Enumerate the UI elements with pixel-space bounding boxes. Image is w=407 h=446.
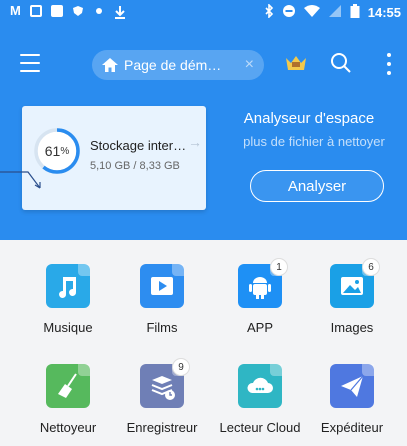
- storage-name: Stockage inter…: [90, 138, 187, 153]
- location-tab[interactable]: Page de dém… ×: [92, 50, 264, 80]
- category-nettoyeur[interactable]: Nettoyeur: [18, 364, 118, 435]
- music-icon: [46, 264, 90, 308]
- storage-size: 5,10 GB / 8,33 GB: [90, 160, 180, 172]
- image-icon: 6: [330, 258, 380, 308]
- category-lecteur-cloud[interactable]: Lecteur Cloud: [210, 364, 310, 435]
- analyser-subtitle: plus de fichier à nettoyer: [243, 134, 385, 149]
- category-enregistreur[interactable]: 9 Enregistreur: [112, 358, 212, 435]
- signal-icon: [328, 4, 342, 21]
- location-label: Page de dém…: [124, 57, 222, 73]
- category-app[interactable]: 1 APP: [210, 258, 310, 335]
- internal-storage-card[interactable]: 61% Stockage inter… → 5,10 GB / 8,33 GB: [22, 106, 206, 210]
- clock-time: 14:55: [367, 5, 401, 20]
- category-expediteur[interactable]: Expéditeur: [302, 364, 402, 435]
- menu-button[interactable]: [20, 54, 40, 72]
- send-icon: [330, 364, 374, 408]
- images-badge: 6: [362, 258, 380, 276]
- broom-icon: [46, 364, 90, 408]
- bluetooth-icon: [264, 3, 274, 21]
- storage-percent: 61%: [44, 143, 70, 159]
- android-icon: 1: [238, 258, 288, 308]
- home-icon: [102, 58, 118, 72]
- wifi-icon: [303, 4, 320, 21]
- arrow-right-icon: →: [188, 134, 202, 150]
- download-icon: [114, 5, 126, 19]
- toolbar: Page de dém… ×: [0, 42, 407, 90]
- category-images[interactable]: 6 Images: [302, 258, 402, 335]
- gallery-icon: [50, 5, 63, 17]
- search-icon[interactable]: [330, 52, 352, 74]
- film-icon: [140, 264, 184, 308]
- app-badge: 1: [270, 258, 288, 276]
- status-bar: M 14:55: [0, 0, 407, 26]
- dot-icon: [93, 5, 105, 17]
- do-not-disturb-icon: [282, 4, 296, 21]
- analyser-title: Analyseur d'espace: [243, 110, 375, 127]
- screenshot-icon: [29, 5, 42, 17]
- battery-icon: [350, 4, 360, 21]
- categories-grid: Musique Films 1 APP 6 Images Nettoyeur 9…: [0, 240, 407, 446]
- cloud-icon: [238, 364, 282, 408]
- shield-icon: [72, 5, 84, 17]
- enregistreur-badge: 9: [172, 358, 190, 376]
- category-musique[interactable]: Musique: [18, 264, 118, 335]
- mail-icon: M: [10, 3, 21, 18]
- category-films[interactable]: Films: [112, 264, 212, 335]
- header-area: M 14:55 Page de dém… × 61 % Stockage int…: [0, 0, 407, 240]
- analyser-button[interactable]: Analyser: [250, 170, 384, 202]
- pointer-line-icon: [0, 171, 41, 189]
- recorder-icon: 9: [140, 358, 190, 408]
- crown-icon[interactable]: [284, 54, 308, 72]
- close-tab-icon[interactable]: ×: [245, 56, 254, 74]
- more-options-icon[interactable]: [386, 53, 392, 75]
